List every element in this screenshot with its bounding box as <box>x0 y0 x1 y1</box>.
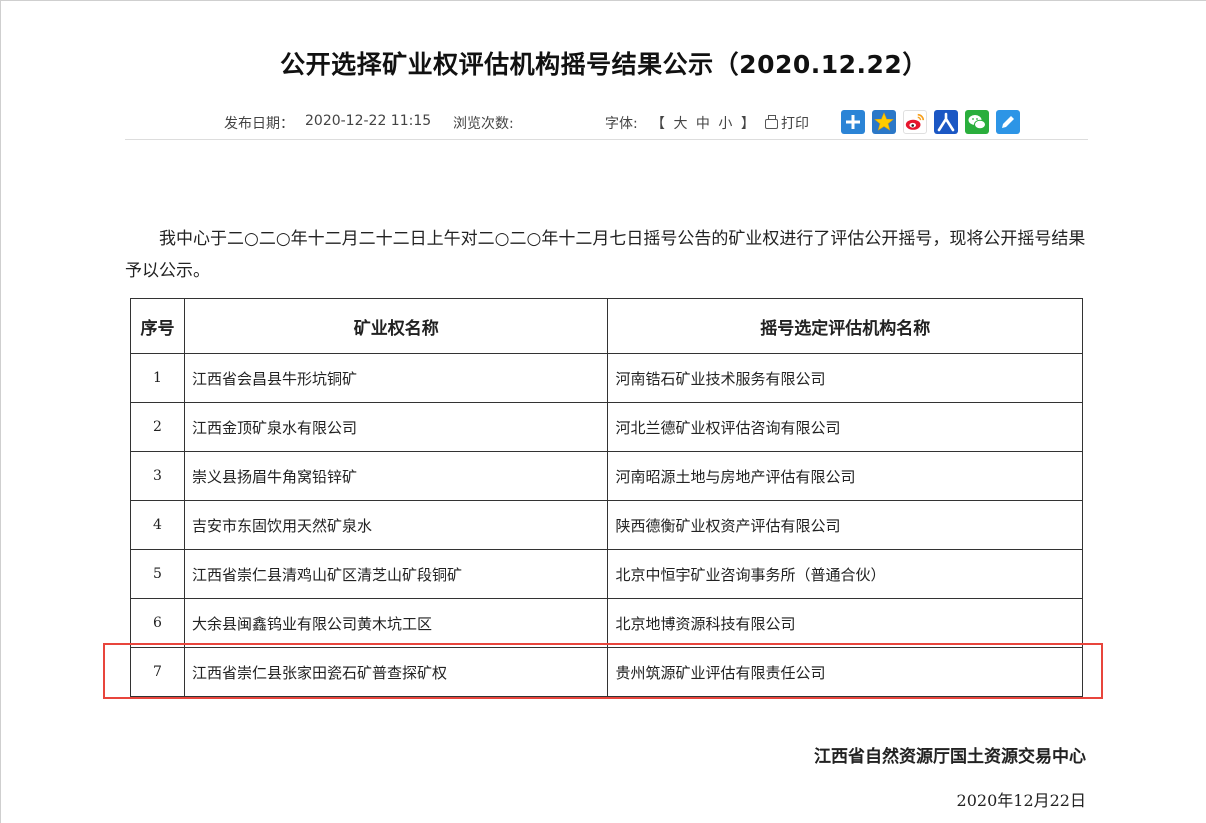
table-header-row: 序号 矿业权名称 摇号选定评估机构名称 <box>130 298 1083 354</box>
wechat-icon[interactable] <box>965 110 989 134</box>
mining-right-name: 崇义县扬眉牛角窝铅锌矿 <box>183 451 609 501</box>
row-index: 5 <box>130 549 185 599</box>
header-agency: 摇号选定评估机构名称 <box>607 298 1083 354</box>
agency-name: 贵州筑源矿业评估有限责任公司 <box>607 647 1083 697</box>
table-row: 2 江西金顶矿泉水有限公司 河北兰德矿业权评估咨询有限公司 <box>130 402 1083 452</box>
article-meta-bar: 发布日期： 2020-12-22 11:15 浏览次数: 字体: 【 大 中 小… <box>125 105 1088 140</box>
row-index: 2 <box>130 402 185 452</box>
row-index: 3 <box>130 451 185 501</box>
agency-name: 陕西德衡矿业权资产评估有限公司 <box>607 500 1083 550</box>
font-size-large-link[interactable]: 大 <box>671 116 689 132</box>
print-label: 打印 <box>781 116 809 132</box>
table-row: 7 江西省崇仁县张家田瓷石矿普查探矿权 贵州筑源矿业评估有限责任公司 <box>130 647 1083 697</box>
agency-name: 北京地博资源科技有限公司 <box>607 598 1083 648</box>
printer-icon <box>765 115 778 129</box>
font-bracket-open: 【 <box>651 116 665 132</box>
table-row: 6 大余县闽鑫钨业有限公司黄木坑工区 北京地博资源科技有限公司 <box>130 598 1083 648</box>
row-index: 1 <box>130 353 185 403</box>
edit-icon[interactable] <box>996 110 1020 134</box>
people-icon[interactable] <box>934 110 958 134</box>
agency-name: 河南锆石矿业技术服务有限公司 <box>607 353 1083 403</box>
row-index: 6 <box>130 598 185 648</box>
mining-right-name: 江西省崇仁县清鸡山矿区清芝山矿段铜矿 <box>183 549 609 599</box>
table-row: 4 吉安市东固饮用天然矿泉水 陕西德衡矿业权资产评估有限公司 <box>130 500 1083 550</box>
row-index: 7 <box>130 647 185 697</box>
publish-date-label: 发布日期： <box>224 116 294 132</box>
mining-right-name: 吉安市东固饮用天然矿泉水 <box>183 500 609 550</box>
signature-date: 2020年12月22日 <box>956 791 1086 810</box>
mining-right-name: 大余县闽鑫钨业有限公司黄木坑工区 <box>183 598 609 648</box>
agency-name: 河北兰德矿业权评估咨询有限公司 <box>607 402 1083 452</box>
font-bracket-close: 】 <box>740 116 755 132</box>
font-size-small-link[interactable]: 小 <box>716 116 734 132</box>
weibo-icon[interactable] <box>903 110 927 134</box>
share-more-icon[interactable] <box>841 110 865 134</box>
print-button[interactable]: 打印 <box>765 113 809 133</box>
view-count-label: 浏览次数: <box>453 116 514 132</box>
font-size-switcher: 【 大 中 小 】 <box>649 113 757 133</box>
font-size-medium-link[interactable]: 中 <box>694 116 712 132</box>
qzone-icon[interactable] <box>872 110 896 134</box>
results-table: 序号 矿业权名称 摇号选定评估机构名称 1 江西省会昌县牛形坑铜矿 河南锆石矿业… <box>130 298 1083 697</box>
table-row: 3 崇义县扬眉牛角窝铅锌矿 河南昭源土地与房地产评估有限公司 <box>130 451 1083 501</box>
row-index: 4 <box>130 500 185 550</box>
agency-name: 河南昭源土地与房地产评估有限公司 <box>607 451 1083 501</box>
issuer-signature: 江西省自然资源厅国土资源交易中心 <box>814 747 1086 767</box>
share-icons-group <box>841 110 1020 134</box>
page-title: 公开选择矿业权评估机构摇号结果公示（2020.12.22） <box>280 50 928 79</box>
agency-name: 北京中恒宇矿业咨询事务所（普通合伙） <box>607 549 1083 599</box>
mining-right-name: 江西金顶矿泉水有限公司 <box>183 402 609 452</box>
mining-right-name: 江西省崇仁县张家田瓷石矿普查探矿权 <box>183 647 609 697</box>
table-row: 1 江西省会昌县牛形坑铜矿 河南锆石矿业技术服务有限公司 <box>130 353 1083 403</box>
header-index: 序号 <box>130 298 185 354</box>
header-mining-right: 矿业权名称 <box>183 298 609 354</box>
font-size-label: 字体: <box>605 116 638 132</box>
publish-date-value: 2020-12-22 11:15 <box>305 113 432 129</box>
table-row: 5 江西省崇仁县清鸡山矿区清芝山矿段铜矿 北京中恒宇矿业咨询事务所（普通合伙） <box>130 549 1083 599</box>
mining-right-name: 江西省会昌县牛形坑铜矿 <box>183 353 609 403</box>
intro-paragraph: 我中心于二○二○年十二月二十二日上午对二○二○年十二月七日摇号公告的矿业权进行了… <box>125 229 1086 281</box>
